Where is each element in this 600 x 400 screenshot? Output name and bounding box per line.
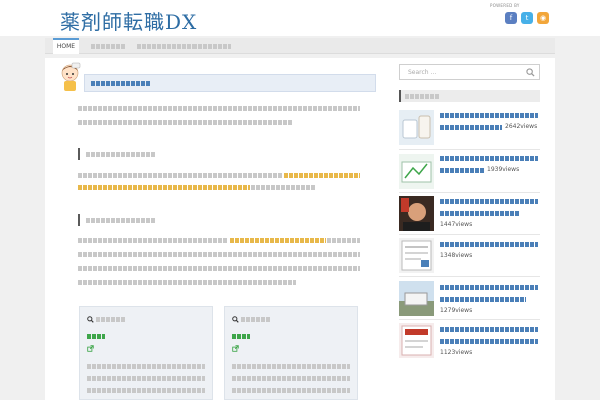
search-icon[interactable]: [526, 68, 535, 77]
ranking-thumbnail[interactable]: [399, 281, 434, 316]
nav-item-4[interactable]: [193, 38, 233, 54]
search-icon: [232, 316, 239, 323]
highlighted-text: [78, 185, 250, 190]
rss-icon[interactable]: ◉: [537, 12, 549, 24]
highlighted-text: [230, 238, 326, 243]
ranking-thumbnail[interactable]: [399, 323, 434, 358]
divider: [399, 149, 540, 150]
box-link-1[interactable]: [87, 334, 105, 339]
powered-by-text: POWERED BY: [490, 3, 520, 8]
ranking-views: 1123views: [440, 349, 473, 356]
search-placeholder: Search ...: [408, 69, 437, 76]
search-icon: [87, 316, 94, 323]
section-heading-2: [86, 218, 156, 223]
nav-item-3[interactable]: [137, 38, 199, 54]
nav-item-home[interactable]: HOME: [53, 38, 79, 54]
facebook-icon[interactable]: f: [505, 12, 517, 24]
mascot-icon: [61, 62, 81, 91]
page: 薬剤師転職DX POWERED BY f t ◉ HOME Search ...…: [0, 0, 600, 400]
info-box-1: [79, 306, 213, 400]
ranking-views: 1447views: [440, 221, 473, 228]
section-heading-1-bar: [78, 148, 80, 160]
divider: [399, 234, 540, 235]
section-heading-1: [86, 152, 156, 157]
ranking-heading: [399, 90, 540, 102]
highlighted-text: [284, 173, 360, 178]
twitter-icon[interactable]: t: [521, 12, 533, 24]
external-link-icon[interactable]: [87, 345, 94, 352]
divider: [399, 276, 540, 277]
ranking-thumbnail[interactable]: [399, 110, 434, 145]
ranking-views: 1348views: [440, 252, 473, 259]
ranking-views: 1279views: [440, 307, 473, 314]
divider: [399, 192, 540, 193]
ranking-views: 1939views: [487, 166, 520, 173]
nav-item-2[interactable]: [91, 38, 127, 54]
info-box-2: [224, 306, 358, 400]
search-input[interactable]: Search ...: [399, 64, 540, 80]
section-heading-2-bar: [78, 214, 80, 226]
ranking-thumbnail[interactable]: [399, 196, 434, 231]
divider: [399, 319, 540, 320]
site-header: 薬剤師転職DX POWERED BY f t ◉: [0, 0, 600, 36]
article-title: [84, 74, 376, 92]
site-title[interactable]: 薬剤師転職DX: [60, 6, 197, 35]
external-link-icon[interactable]: [232, 345, 239, 352]
ranking-thumbnail[interactable]: [399, 238, 434, 273]
ranking-thumbnail[interactable]: [399, 154, 434, 189]
ranking-views: 2642views: [505, 123, 538, 130]
main-nav: HOME: [45, 38, 555, 54]
box-link-2[interactable]: [232, 334, 250, 339]
